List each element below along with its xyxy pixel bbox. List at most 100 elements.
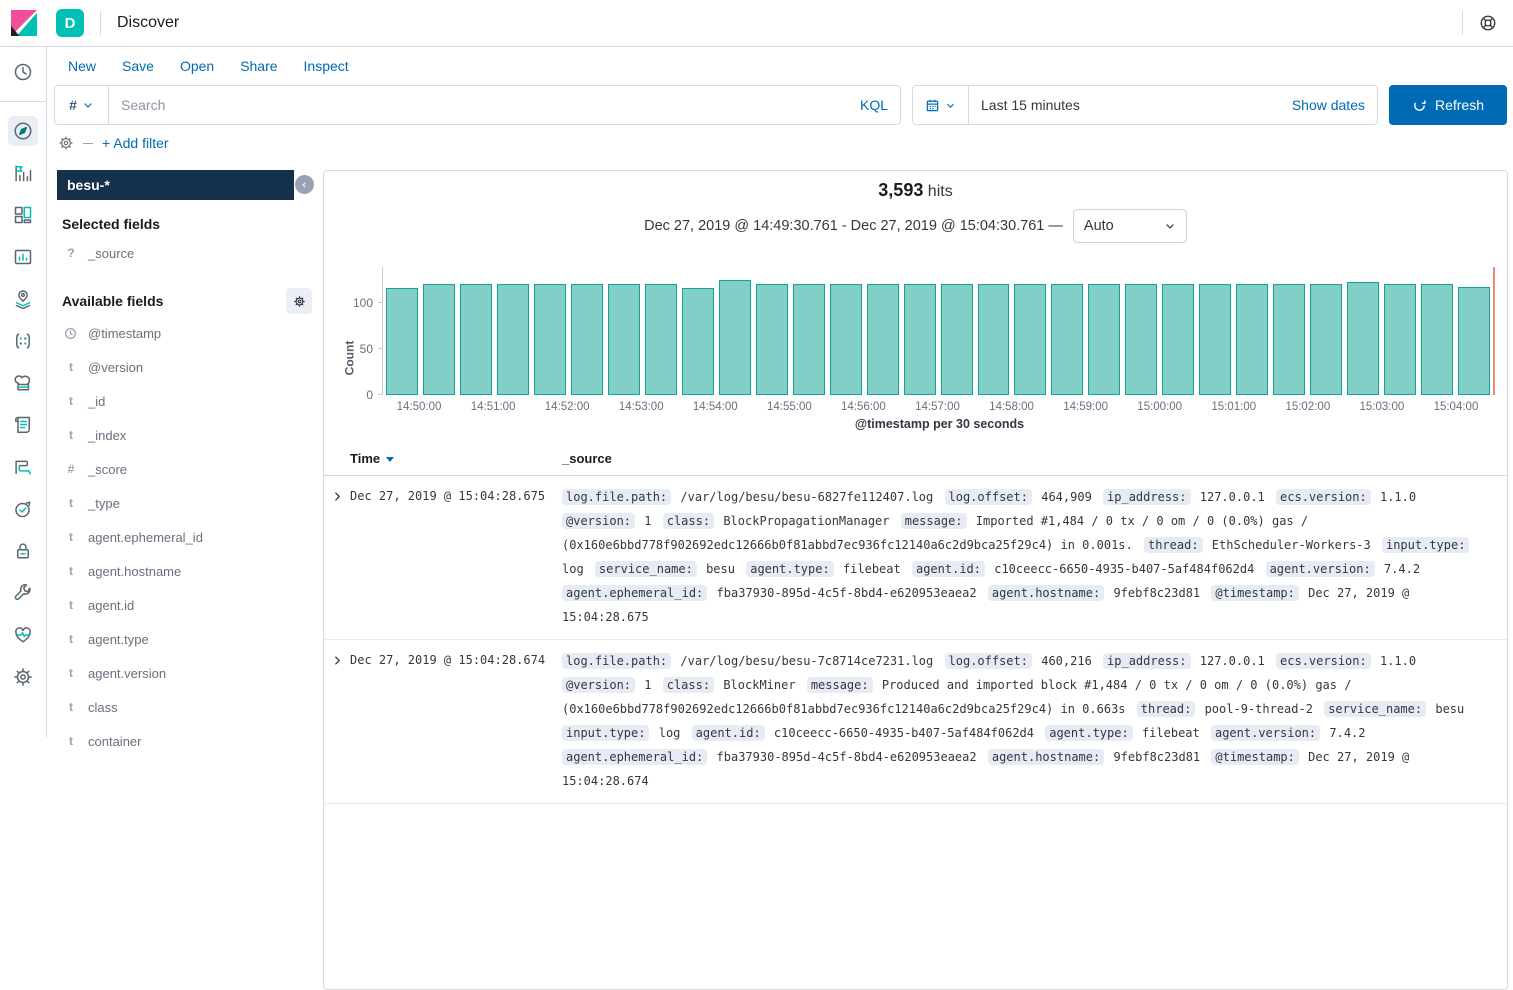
field-agent.version[interactable]: tagent.version <box>57 656 317 690</box>
histogram-bar[interactable] <box>1125 284 1157 395</box>
field-_score[interactable]: #_score <box>57 452 317 486</box>
sort-time-header[interactable]: Time <box>350 451 562 466</box>
top-menu: New Save Open Share Inspect <box>47 47 1513 83</box>
histogram-bar[interactable] <box>571 284 603 395</box>
uptime-icon[interactable] <box>8 494 38 524</box>
histogram-bar[interactable] <box>978 284 1010 395</box>
field-_index[interactable]: t_index <box>57 418 317 452</box>
histogram-bar[interactable] <box>1088 284 1120 395</box>
menu-save-button[interactable]: Save <box>122 58 154 74</box>
histogram-bar[interactable] <box>423 284 455 395</box>
logs-icon[interactable] <box>8 410 38 440</box>
expand-row-button[interactable] <box>324 485 350 629</box>
calendar-button[interactable] <box>913 86 969 124</box>
machine-learning-icon[interactable] <box>8 326 38 356</box>
saved-query-menu-button[interactable]: # <box>55 86 109 124</box>
add-filter-button[interactable]: + Add filter <box>102 135 169 151</box>
source-field-value: besu <box>706 562 735 576</box>
field-@timestamp[interactable]: @timestamp <box>57 316 317 350</box>
field-agent.ephemeral_id[interactable]: tagent.ephemeral_id <box>57 520 317 554</box>
metrics-icon[interactable] <box>8 368 38 398</box>
field-agent.type[interactable]: tagent.type <box>57 622 317 656</box>
time-range-value[interactable]: Last 15 minutes <box>969 97 1292 113</box>
histogram-bar[interactable] <box>386 288 418 395</box>
histogram-bar[interactable] <box>1199 284 1231 395</box>
dev-tools-icon[interactable] <box>8 578 38 608</box>
field-_source[interactable]: ?_source <box>57 236 317 270</box>
histogram-bar[interactable] <box>1347 282 1379 395</box>
source-field-key: log.file.path: <box>562 489 671 505</box>
histogram-bar[interactable] <box>608 284 640 395</box>
histogram-bar[interactable] <box>1014 284 1046 395</box>
field-name: _source <box>88 246 134 261</box>
canvas-icon[interactable] <box>8 242 38 272</box>
maps-icon[interactable] <box>8 284 38 314</box>
field-settings-button[interactable] <box>286 288 312 314</box>
menu-share-button[interactable]: Share <box>240 58 277 74</box>
source-field-value: filebeat <box>843 562 901 576</box>
histogram-bar[interactable] <box>645 284 677 395</box>
help-icon[interactable] <box>1479 14 1497 32</box>
refresh-button[interactable]: Refresh <box>1389 85 1507 125</box>
stack-monitoring-icon[interactable] <box>8 620 38 650</box>
query-language-button[interactable]: KQL <box>848 97 900 113</box>
show-dates-button[interactable]: Show dates <box>1292 97 1377 113</box>
histogram-bar[interactable] <box>1421 284 1453 395</box>
expand-row-button[interactable] <box>324 649 350 793</box>
management-icon[interactable] <box>8 662 38 692</box>
visualize-icon[interactable] <box>8 158 38 188</box>
menu-open-button[interactable]: Open <box>180 58 214 74</box>
apm-icon[interactable] <box>8 452 38 482</box>
histogram-bar[interactable] <box>534 284 566 395</box>
query-row: # KQL Last 15 minutes Show dates <box>47 83 1513 135</box>
field-name: agent.version <box>88 666 166 681</box>
index-pattern-selector[interactable]: besu-* <box>57 170 294 200</box>
siem-icon[interactable] <box>8 536 38 566</box>
field-container[interactable]: tcontainer <box>57 724 317 758</box>
field-_id[interactable]: t_id <box>57 384 317 418</box>
histogram-bar[interactable] <box>682 288 714 395</box>
histogram-bar[interactable] <box>1458 287 1490 395</box>
histogram-bar[interactable] <box>756 284 788 395</box>
discover-icon[interactable] <box>8 116 38 146</box>
histogram-bar[interactable] <box>1162 284 1194 395</box>
histogram-bar[interactable] <box>941 284 973 395</box>
search-input[interactable] <box>109 97 848 113</box>
source-field-value: BlockPropagationManager <box>723 514 889 528</box>
filter-connector <box>83 143 93 144</box>
app-header: D Discover <box>0 0 1513 47</box>
histogram-bar[interactable] <box>460 284 492 395</box>
histogram-bar[interactable] <box>1310 284 1342 395</box>
x-axis-tick: 15:00:00 <box>1137 401 1182 413</box>
menu-inspect-button[interactable]: Inspect <box>304 58 349 74</box>
histogram-bar[interactable] <box>1236 284 1268 395</box>
histogram-bar[interactable] <box>1273 284 1305 395</box>
field-_type[interactable]: t_type <box>57 486 317 520</box>
histogram-bar[interactable] <box>1384 284 1416 395</box>
chevron-left-icon <box>301 180 308 190</box>
histogram-bar[interactable] <box>904 284 936 395</box>
collapse-sidebar-button[interactable] <box>295 175 314 194</box>
field-name: _id <box>88 394 105 409</box>
field-agent.id[interactable]: tagent.id <box>57 588 317 622</box>
histogram-bar[interactable] <box>793 284 825 395</box>
field-class[interactable]: tclass <box>57 690 317 724</box>
interval-select[interactable]: Auto <box>1073 209 1187 243</box>
recently-viewed-icon[interactable] <box>8 57 38 87</box>
histogram-bar[interactable] <box>830 284 862 395</box>
kibana-logo[interactable] <box>0 10 48 36</box>
source-column-header: _source <box>562 451 1507 466</box>
x-axis-tick: 15:04:00 <box>1434 401 1479 413</box>
histogram-bar[interactable] <box>719 280 751 395</box>
field-agent.hostname[interactable]: tagent.hostname <box>57 554 317 588</box>
field-@version[interactable]: t@version <box>57 350 317 384</box>
source-field-key: @timestamp: <box>1211 585 1298 601</box>
histogram-bar[interactable] <box>867 284 899 395</box>
menu-new-button[interactable]: New <box>68 58 96 74</box>
histogram-bar[interactable] <box>497 284 529 395</box>
histogram-bar[interactable] <box>1051 284 1083 395</box>
source-field-value: pool-9-thread-2 <box>1205 702 1313 716</box>
dashboard-icon[interactable] <box>8 200 38 230</box>
filter-options-button[interactable] <box>58 135 74 151</box>
selected-fields-heading: Selected fields <box>62 216 317 232</box>
